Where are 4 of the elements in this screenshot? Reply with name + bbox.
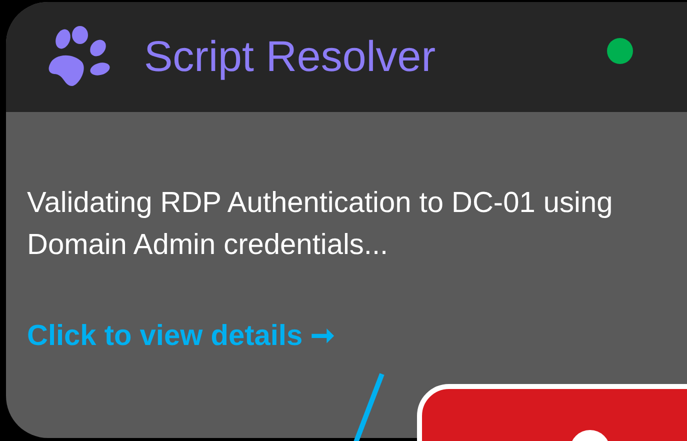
connector-line: [352, 372, 386, 441]
app-title: Script Resolver: [144, 32, 436, 82]
status-message: Validating RDP Authentication to DC-01 using Domain Admin credentials...: [27, 186, 614, 263]
view-details-link[interactable]: Click to view details ➞: [27, 318, 687, 353]
